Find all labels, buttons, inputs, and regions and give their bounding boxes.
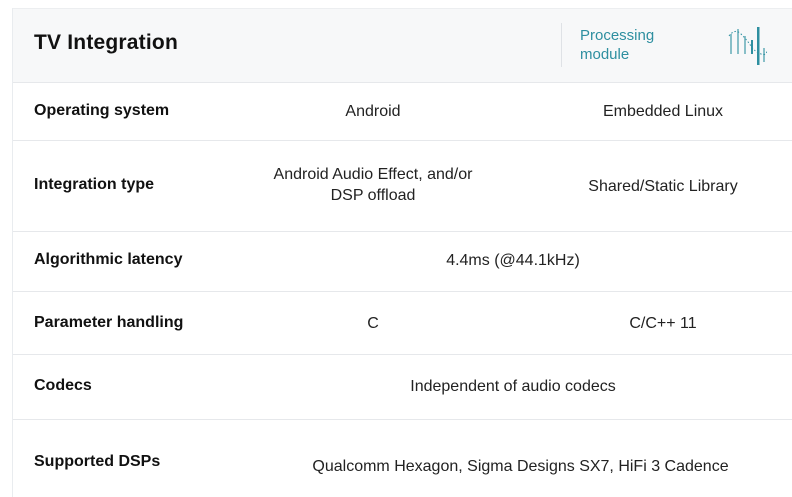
row-label: Parameter handling — [34, 314, 184, 331]
table-title: TV Integration — [34, 31, 178, 54]
table-row-parameter-handling: Parameter handling C C/C++ 11 — [13, 292, 792, 355]
cell-android: Android — [345, 103, 401, 120]
header-divider — [561, 23, 562, 67]
row-label: Codecs — [34, 377, 92, 394]
cell-embedded-linux: Shared/Static Library — [588, 178, 738, 195]
row-label: Operating system — [34, 102, 170, 119]
row-label: Supported DSPs — [34, 453, 161, 470]
cell-android: Android Audio Effect, and/or DSP offload — [273, 166, 473, 204]
waveform-icon — [728, 27, 767, 65]
table-row-operating-system: Operating system Android Embedded Linux — [13, 83, 792, 141]
cell-embedded-linux: Embedded Linux — [602, 103, 724, 120]
table-row-integration-type: Integration type Android Audio Effect, a… — [13, 141, 792, 232]
table-header: TV Integration Processing module — [13, 8, 792, 83]
table-row-codecs: Codecs Independent of audio codecs — [13, 355, 792, 420]
cell-all-platforms: Independent of audio codecs — [410, 378, 616, 395]
cell-all-platforms: 4.4ms (@44.1kHz) — [446, 252, 580, 269]
cell-android: C — [367, 315, 379, 332]
cell-embedded-linux: C/C++ 11 — [629, 315, 697, 332]
cell-all-platforms: Qualcomm Hexagon, Sigma Designs SX7, HiF… — [312, 458, 729, 475]
processing-module-label: Processing module — [580, 27, 655, 63]
table-row-algorithmic-latency: Algorithmic latency 4.4ms (@44.1kHz) — [13, 232, 792, 292]
table-row-supported-dsps: Supported DSPs Qualcomm Hexagon, Sigma D… — [13, 420, 792, 497]
integration-table: TV Integration Processing module Operati… — [12, 8, 792, 497]
row-label: Algorithmic latency — [34, 251, 183, 268]
row-label: Integration type — [34, 176, 155, 193]
